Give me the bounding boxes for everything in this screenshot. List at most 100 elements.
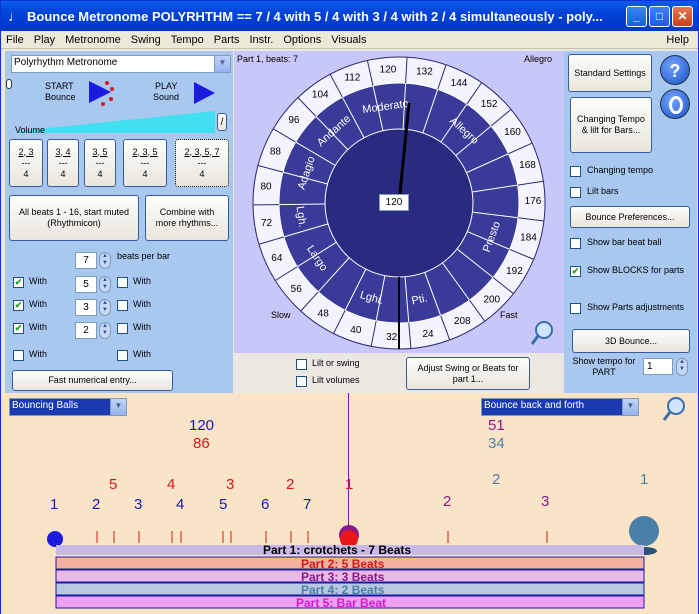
with-checkbox-3[interactable]: ✔ — [13, 323, 24, 334]
part-input-2[interactable]: 3 — [75, 299, 97, 316]
show-tempo-input[interactable]: 1 — [643, 358, 673, 375]
ratio-bottom: 4 — [199, 168, 205, 179]
3d-bounce-button[interactable]: 3D Bounce... — [572, 329, 690, 353]
standard-settings-button[interactable]: Standard Settings — [568, 54, 652, 92]
part-spinner-2[interactable]: ▲ ▼ — [99, 299, 111, 316]
ratio-bottom: 4 — [97, 168, 103, 179]
sound-label: Sound — [153, 92, 180, 102]
volume-slider[interactable] — [19, 111, 215, 133]
ratio-bottom: 4 — [60, 168, 66, 179]
with-checkbox-2[interactable]: ✔ — [13, 300, 24, 311]
with2-checkbox-3[interactable] — [117, 323, 128, 334]
ratio-button-3-5[interactable]: 3, 5 --- 4 — [84, 139, 116, 187]
show-tempo-spinner[interactable]: ▲ ▼ — [676, 358, 688, 376]
menu-play[interactable]: Play — [29, 34, 60, 46]
minimize-button[interactable]: _ — [626, 5, 647, 27]
ratio-line: --- — [58, 157, 68, 168]
mini-toggle[interactable] — [6, 79, 12, 89]
show-bar-ball-checkbox[interactable] — [570, 238, 581, 249]
start-bounce-button[interactable] — [85, 77, 115, 107]
with2-checkbox-1[interactable] — [117, 277, 128, 288]
menu-options[interactable]: Options — [278, 34, 326, 46]
changing-tempo-button[interactable]: Changing Tempo & lilt for Bars... — [570, 97, 652, 153]
tempo-tick-label: 64 — [271, 253, 283, 264]
tempo-tick-label: 168 — [519, 160, 536, 171]
part-spinner-1[interactable]: ▲ ▼ — [99, 276, 111, 293]
changing-tempo-checkbox[interactable] — [570, 166, 581, 177]
window-title: Bounce Metronome POLYRHTHM == 7 / 4 with… — [27, 8, 603, 24]
part1-label: Part 1: crotchets - 7 Beats — [263, 543, 412, 557]
tempo-tick-label: 96 — [288, 115, 300, 126]
title-bar[interactable]: ♩ Bounce Metronome POLYRHTHM == 7 / 4 wi… — [1, 1, 698, 31]
lilt-swing-label: Lilt or swing — [312, 358, 360, 368]
lilt-strip: Lilt or swing Lilt volumes Adjust Swing … — [234, 353, 564, 393]
menu-visuals[interactable]: Visuals — [326, 34, 371, 46]
all-beats-button[interactable]: All beats 1 - 16, start muted (Rhythmico… — [9, 195, 139, 241]
with-checkbox-4[interactable] — [13, 350, 24, 361]
play-label: PLAY — [155, 81, 178, 91]
lilt-swing-checkbox[interactable] — [296, 359, 307, 370]
part-input-1[interactable]: 5 — [75, 276, 97, 293]
with-label-4: With — [29, 349, 47, 359]
with-label-2: With — [29, 299, 47, 309]
ratio-button-2-3-5[interactable]: 2, 3, 5 --- 4 — [123, 139, 167, 187]
start-label: START — [45, 81, 74, 91]
part-input-3[interactable]: 2 — [75, 322, 97, 339]
ratio-button-2-3-5-7[interactable]: 2, 3, 5, 7 --- 4 — [175, 139, 229, 187]
lilt-bars-label: Lilt bars — [587, 186, 619, 196]
with2-checkbox-2[interactable] — [117, 300, 128, 311]
lilt-bars-checkbox[interactable] — [570, 187, 581, 198]
tempo-tick-label: 144 — [451, 78, 468, 89]
ratio-button-3-4[interactable]: 3, 4 --- 4 — [47, 139, 79, 187]
part-spinner-3[interactable]: ▲ ▼ — [99, 322, 111, 339]
ball-part1 — [47, 531, 63, 547]
tempo-tick-label: 152 — [481, 99, 498, 110]
ratio-line: --- — [140, 157, 150, 168]
ring-icon[interactable] — [660, 89, 690, 119]
lilt-volumes-checkbox[interactable] — [296, 376, 307, 387]
beats-per-bar-input[interactable]: 7 — [75, 252, 97, 269]
tempo-tick-label: 160 — [504, 127, 521, 138]
with-checkbox-1[interactable]: ✔ — [13, 277, 24, 288]
play-sound-button[interactable] — [191, 79, 217, 107]
volume-thumb[interactable]: / — [217, 113, 227, 131]
beats-per-bar-label: beats per bar — [117, 251, 171, 261]
tempo-tick-label: 112 — [344, 72, 360, 83]
tempo-tick-label: 72 — [261, 218, 273, 229]
show-blocks-label: Show BLOCKS for parts — [587, 265, 685, 275]
adjust-swing-button[interactable]: Adjust Swing or Beats for part 1... — [406, 357, 530, 390]
menu-swing[interactable]: Swing — [126, 34, 166, 46]
menu-metronome[interactable]: Metronome — [60, 34, 126, 46]
beats-spinner[interactable]: ▲ ▼ — [99, 252, 111, 269]
menu-tempo[interactable]: Tempo — [166, 34, 209, 46]
lilt-volumes-label: Lilt volumes — [312, 375, 360, 385]
menu-bar: File Play Metronome Swing Tempo Parts In… — [1, 31, 698, 49]
menu-file[interactable]: File — [1, 34, 29, 46]
ratio-button-2-3[interactable]: 2, 3 --- 4 — [9, 139, 43, 187]
help-icon[interactable]: ? — [660, 55, 690, 85]
menu-parts[interactable]: Parts — [209, 34, 245, 46]
bounce-play-icon — [89, 81, 114, 106]
tempo-tick-label: 200 — [483, 295, 500, 306]
with2-checkbox-4[interactable] — [117, 350, 128, 361]
show-blocks-checkbox[interactable]: ✔ — [570, 266, 581, 277]
left-panel: Polyrhythm Metronome ▼ START Bounce PLAY… — [5, 51, 233, 393]
menu-instr[interactable]: Instr. — [244, 34, 278, 46]
bounce-preferences-button[interactable]: Bounce Preferences... — [570, 206, 690, 228]
show-parts-adj-checkbox[interactable] — [570, 303, 581, 314]
tempo-tick-label: 24 — [422, 329, 434, 340]
ratio-top: 2, 3, 5, 7 — [184, 146, 220, 157]
play-icon — [194, 82, 215, 104]
maximize-button[interactable]: □ — [649, 5, 670, 27]
part4-label: Part 4: 2 Beats — [301, 583, 385, 597]
show-parts-adj-label: Show Parts adjustments — [587, 302, 685, 312]
bounce-visual-area: Bouncing Balls ▼ Bounce back and forth ▼… — [1, 393, 698, 614]
zoom-button[interactable] — [530, 319, 556, 347]
menu-help[interactable]: Help — [661, 34, 694, 46]
tempo-value-box[interactable]: 120 — [379, 194, 409, 211]
fast-entry-button[interactable]: Fast numerical entry... — [12, 370, 173, 391]
with2-label-4: With — [133, 349, 151, 359]
combine-button[interactable]: Combine with more rhythms... — [145, 195, 229, 241]
mode-select[interactable]: Polyrhythm Metronome ▼ — [11, 55, 231, 73]
close-button[interactable]: ✕ — [672, 5, 693, 27]
